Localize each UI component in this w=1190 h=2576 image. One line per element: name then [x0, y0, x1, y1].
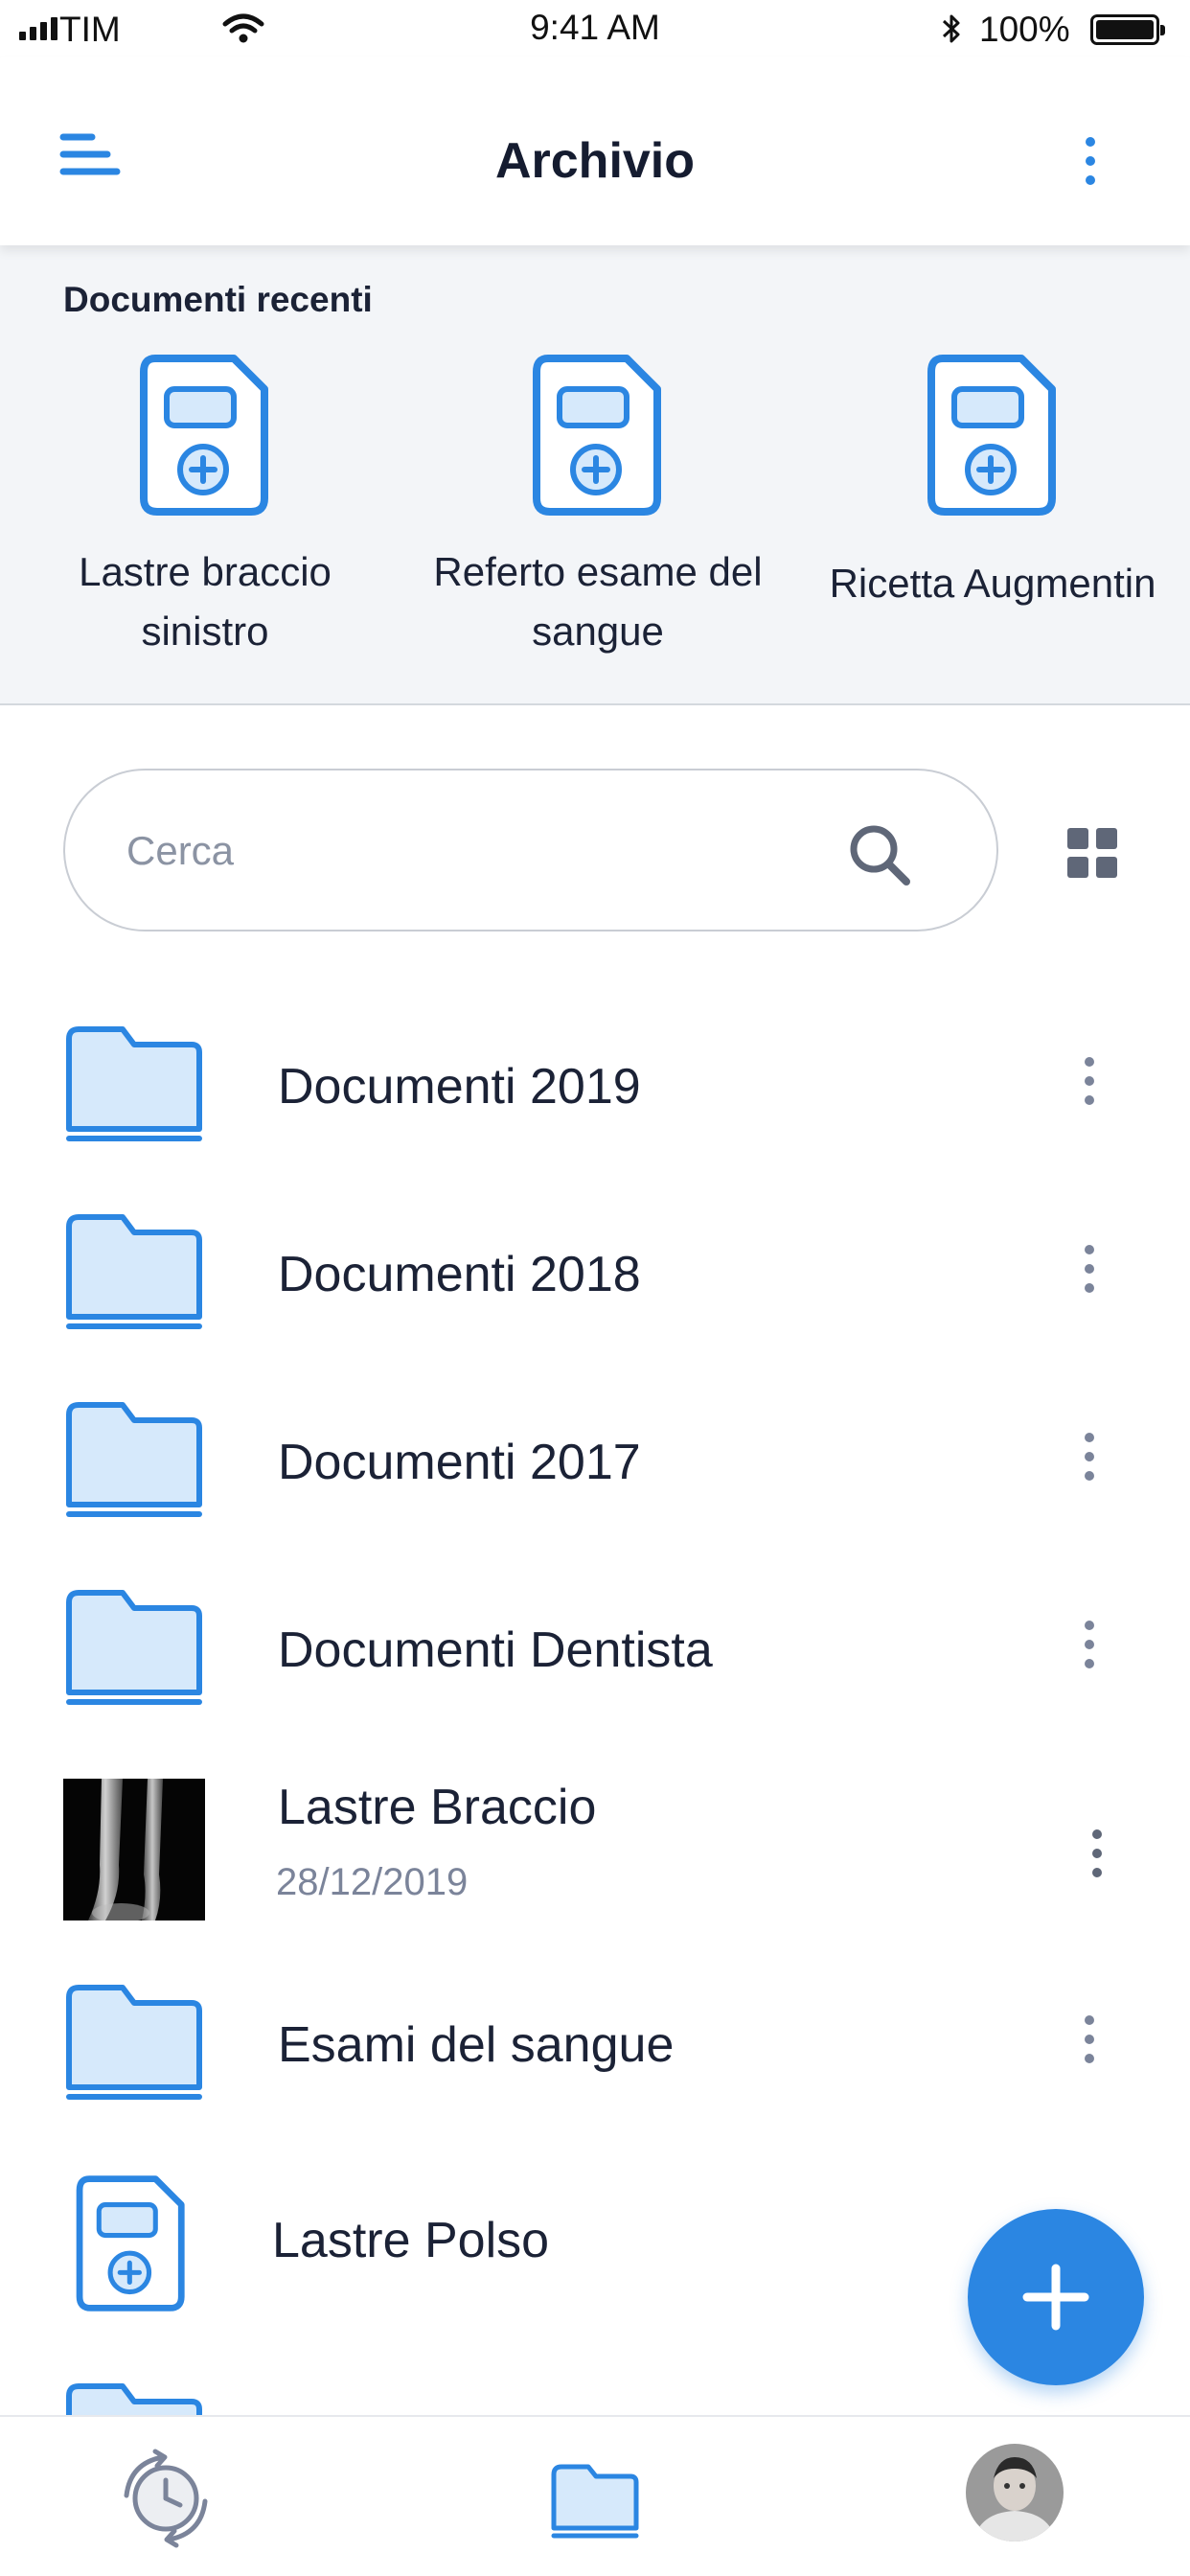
list-item-name: Documenti Dentista — [278, 1622, 713, 1678]
recent-document-label: Ricetta Augmentin — [829, 561, 1156, 606]
list-item-image[interactable]: Lastre Braccio 28/12/2019 — [0, 1779, 1190, 1966]
battery-icon — [1090, 14, 1165, 45]
folder-icon — [66, 1590, 202, 1705]
folder-icon — [66, 1214, 202, 1329]
list-item-name: Lastre Polso — [272, 2213, 550, 2268]
folder-icon — [66, 1026, 202, 1141]
more-vertical-icon[interactable] — [1075, 1616, 1104, 1673]
list-item-name: Documenti 2018 — [278, 1247, 641, 1302]
search-input[interactable] — [126, 816, 835, 886]
medical-document-icon — [533, 355, 661, 516]
search-bar — [63, 769, 998, 932]
more-vertical-icon[interactable] — [1083, 1825, 1111, 1882]
list-item-folder[interactable]: Documenti 2017 — [0, 1399, 1190, 1587]
list-item-name: Documenti 2019 — [278, 1059, 641, 1115]
more-vertical-icon[interactable] — [1075, 1428, 1104, 1485]
battery-percent: 100% — [979, 10, 1070, 49]
list-item-date: 28/12/2019 — [276, 1861, 469, 1903]
search-icon[interactable] — [845, 820, 914, 889]
medical-document-icon — [140, 355, 268, 516]
list-item-name: Lastre Braccio — [278, 1780, 597, 1835]
profile-avatar[interactable] — [966, 2444, 1064, 2542]
bluetooth-icon — [942, 14, 960, 43]
recent-document-label: Referto esame del sangue — [433, 549, 763, 654]
recent-documents: Documenti recenti Lastre braccio sinistr… — [0, 245, 1190, 705]
add-button[interactable] — [968, 2209, 1144, 2385]
folder-icon[interactable] — [542, 2446, 648, 2551]
app-header: Archivio — [0, 58, 1190, 245]
status-bar: TIM 9:41 AM 100% — [0, 0, 1190, 58]
list-item-name: Esami del sangue — [278, 2017, 675, 2073]
list-item-name: Documenti 2017 — [278, 1435, 641, 1490]
folder-icon — [66, 2383, 202, 2415]
more-vertical-icon[interactable] — [1075, 1240, 1104, 1298]
page-title: Archivio — [494, 133, 696, 189]
history-icon[interactable] — [113, 2446, 218, 2551]
folder-icon — [66, 1402, 202, 1517]
more-vertical-icon[interactable] — [1073, 134, 1108, 188]
plus-icon — [1022, 2264, 1089, 2331]
recent-documents-title: Documenti recenti — [63, 280, 373, 319]
list-item-folder[interactable]: Documenti 2018 — [0, 1211, 1190, 1399]
list-item-folder[interactable]: Documenti Dentista — [0, 1587, 1190, 1775]
medical-document-icon — [76, 2175, 185, 2312]
list-item-folder[interactable]: Esami del sangue — [0, 1982, 1190, 2170]
more-vertical-icon[interactable] — [1075, 2011, 1104, 2068]
recent-document-label: Lastre braccio sinistro — [79, 549, 332, 654]
bottom-navigation — [0, 2415, 1190, 2576]
grid-view-icon[interactable] — [1065, 826, 1119, 880]
list-item-folder[interactable] — [0, 2380, 1190, 2415]
medical-document-icon — [927, 355, 1056, 516]
folder-icon — [66, 1985, 202, 2100]
xray-thumbnail — [63, 1779, 205, 1920]
recent-document-item[interactable]: Lastre braccio sinistro — [13, 353, 397, 661]
list-item-folder[interactable]: Documenti 2019 — [0, 1024, 1190, 1211]
more-vertical-icon[interactable] — [1075, 1052, 1104, 1110]
recent-document-item[interactable]: Ricetta Augmentin — [801, 353, 1184, 613]
recent-document-item[interactable]: Referto esame del sangue — [406, 353, 790, 661]
